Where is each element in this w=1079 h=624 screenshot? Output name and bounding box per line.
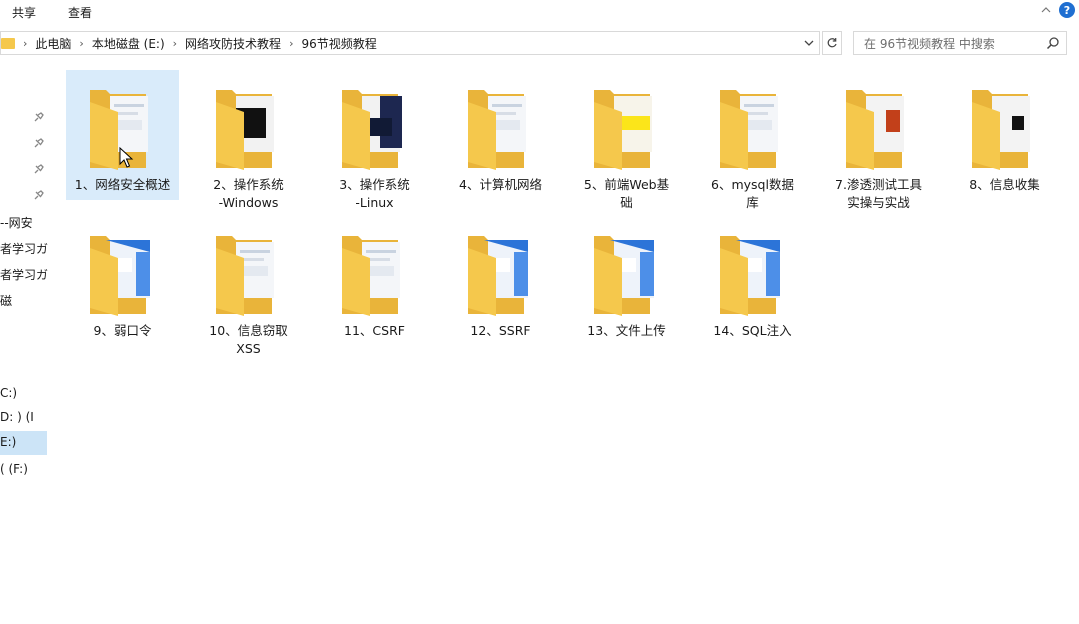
- folder-label-line2: -Linux: [355, 195, 394, 210]
- folder-label: 1、网络安全概述: [66, 176, 179, 194]
- folder-item[interactable]: 3、操作系统 -Linux: [318, 70, 431, 210]
- folder-item[interactable]: 11、CSRF: [318, 216, 431, 346]
- folder-item[interactable]: 4、计算机网络: [444, 70, 557, 200]
- tab-share[interactable]: 共享: [12, 4, 36, 21]
- chevron-right-icon: ›: [23, 36, 28, 50]
- pin-icon[interactable]: [32, 164, 44, 176]
- refresh-icon: [827, 38, 837, 48]
- folder-icon: [90, 236, 150, 316]
- folder-label-line1: 6、mysql数据: [711, 177, 794, 192]
- refresh-button[interactable]: [822, 31, 842, 55]
- folder-icon: [846, 90, 904, 170]
- folder-icon: [972, 90, 1030, 170]
- folder-label-line1: 3、操作系统: [339, 177, 410, 192]
- folder-label-line1: 5、前端Web基: [583, 177, 670, 192]
- folder-label: 2、操作系统 -Windows: [192, 176, 305, 212]
- nav-item-drive-d[interactable]: D: ) (I: [0, 410, 34, 424]
- navigation-pane: --网安 者学习ガ 者学习ガ 磁 C:) D: ) (I E:) ( (F:): [0, 64, 50, 624]
- breadcrumb-course[interactable]: 网络攻防技术教程: [185, 35, 281, 52]
- folder-label-line1: 1、网络安全概述: [74, 177, 171, 192]
- folder-icon: [342, 90, 402, 170]
- folder-item[interactable]: 6、mysql数据库: [696, 70, 809, 210]
- folder-label: 9、弱口令: [66, 322, 179, 340]
- breadcrumb-current[interactable]: 96节视频教程: [301, 35, 376, 52]
- nav-item-quick-1[interactable]: --网安: [0, 214, 33, 231]
- chevron-right-icon[interactable]: ›: [79, 37, 83, 50]
- folder-label-line2: 础: [620, 195, 633, 210]
- folder-label-line1: 9、弱口令: [93, 323, 152, 338]
- nav-item-quick-2[interactable]: 者学习ガ: [0, 240, 48, 257]
- folder-label: 6、mysql数据库: [696, 176, 809, 212]
- folder-icon: [468, 90, 526, 170]
- folder-label: 7.渗透测试工具 实操与实战: [822, 176, 935, 212]
- folder-label-line1: 12、SSRF: [470, 323, 531, 338]
- search-input[interactable]: 在 96节视频教程 中搜索: [853, 31, 1067, 55]
- ribbon: 共享 查看 ?: [0, 0, 1079, 24]
- address-bar[interactable]: › 此电脑 › 本地磁盘 (E:) › 网络攻防技术教程 › 96节视频教程: [0, 31, 820, 55]
- folder-item[interactable]: 5、前端Web基础: [570, 70, 683, 210]
- folder-label: 8、信息收集: [948, 176, 1061, 194]
- folder-label: 3、操作系统 -Linux: [318, 176, 431, 212]
- folder-item[interactable]: 9、弱口令: [66, 216, 179, 346]
- folder-label-line1: 11、CSRF: [344, 323, 405, 338]
- folder-label-line1: 13、文件上传: [587, 323, 666, 338]
- folder-label: 13、文件上传: [570, 322, 683, 340]
- nav-item-quick-3[interactable]: 者学习ガ: [0, 266, 48, 283]
- folder-icon: [594, 236, 654, 316]
- search-icon[interactable]: [1046, 36, 1060, 50]
- nav-item-quick-4[interactable]: 磁: [0, 292, 12, 309]
- folder-label-line2: XSS: [236, 341, 261, 356]
- folder-item[interactable]: 1、网络安全概述: [66, 70, 179, 200]
- chevron-down-icon[interactable]: [803, 37, 815, 49]
- folder-label-line1: 10、信息窃取: [209, 323, 288, 338]
- pin-icon[interactable]: [32, 190, 44, 202]
- folder-label: 10、信息窃取 XSS: [192, 322, 305, 358]
- pin-icon[interactable]: [32, 112, 44, 124]
- folder-item[interactable]: 14、SQL注入: [696, 216, 809, 346]
- folder-item[interactable]: 8、信息收集: [948, 70, 1061, 200]
- folder-label: 12、SSRF: [444, 322, 557, 340]
- tab-view[interactable]: 查看: [68, 4, 92, 21]
- folder-label-line1: 8、信息收集: [969, 177, 1040, 192]
- breadcrumb-this-pc[interactable]: 此电脑: [35, 35, 71, 52]
- nav-item-drive-e[interactable]: E:): [0, 435, 16, 449]
- nav-item-drive-f[interactable]: ( (F:): [0, 462, 28, 476]
- folder-item[interactable]: 10、信息窃取 XSS: [192, 216, 305, 356]
- chevron-right-icon[interactable]: ›: [289, 37, 293, 50]
- pin-icon[interactable]: [32, 138, 44, 150]
- folder-icon: [720, 236, 780, 316]
- folder-label: 14、SQL注入: [696, 322, 809, 340]
- folder-label-line2: 实操与实战: [847, 195, 910, 210]
- folder-icon: [1, 37, 15, 49]
- folder-item[interactable]: 13、文件上传: [570, 216, 683, 346]
- folder-label-line2: -Windows: [218, 195, 279, 210]
- chevron-up-icon[interactable]: [1041, 5, 1051, 15]
- folder-icon: [720, 90, 778, 170]
- folder-item[interactable]: 12、SSRF: [444, 216, 557, 346]
- folder-item[interactable]: 2、操作系统 -Windows: [192, 70, 305, 210]
- chevron-right-icon[interactable]: ›: [173, 37, 177, 50]
- folder-label-line1: 4、计算机网络: [459, 177, 542, 192]
- help-icon[interactable]: ?: [1059, 2, 1075, 18]
- folder-label: 5、前端Web基础: [570, 176, 683, 212]
- search-placeholder: 在 96节视频教程 中搜索: [864, 36, 995, 51]
- folder-label-line2: 库: [746, 195, 759, 210]
- folder-icon: [468, 236, 528, 316]
- folder-label: 4、计算机网络: [444, 176, 557, 194]
- breadcrumb-drive-e[interactable]: 本地磁盘 (E:): [92, 35, 165, 52]
- folder-icon: [216, 90, 274, 170]
- folder-icon: [216, 236, 274, 316]
- folder-label: 11、CSRF: [318, 322, 431, 340]
- folder-item[interactable]: 7.渗透测试工具 实操与实战: [822, 70, 935, 210]
- folder-icon: [594, 90, 652, 170]
- nav-item-drive-c[interactable]: C:): [0, 386, 17, 400]
- folder-label-line1: 2、操作系统: [213, 177, 284, 192]
- mouse-cursor-icon: [119, 147, 134, 168]
- address-row: › 此电脑 › 本地磁盘 (E:) › 网络攻防技术教程 › 96节视频教程 在…: [0, 31, 1079, 57]
- folder-label-line1: 14、SQL注入: [713, 323, 792, 338]
- folder-label-line1: 7.渗透测试工具: [835, 177, 922, 192]
- folder-icon: [342, 236, 400, 316]
